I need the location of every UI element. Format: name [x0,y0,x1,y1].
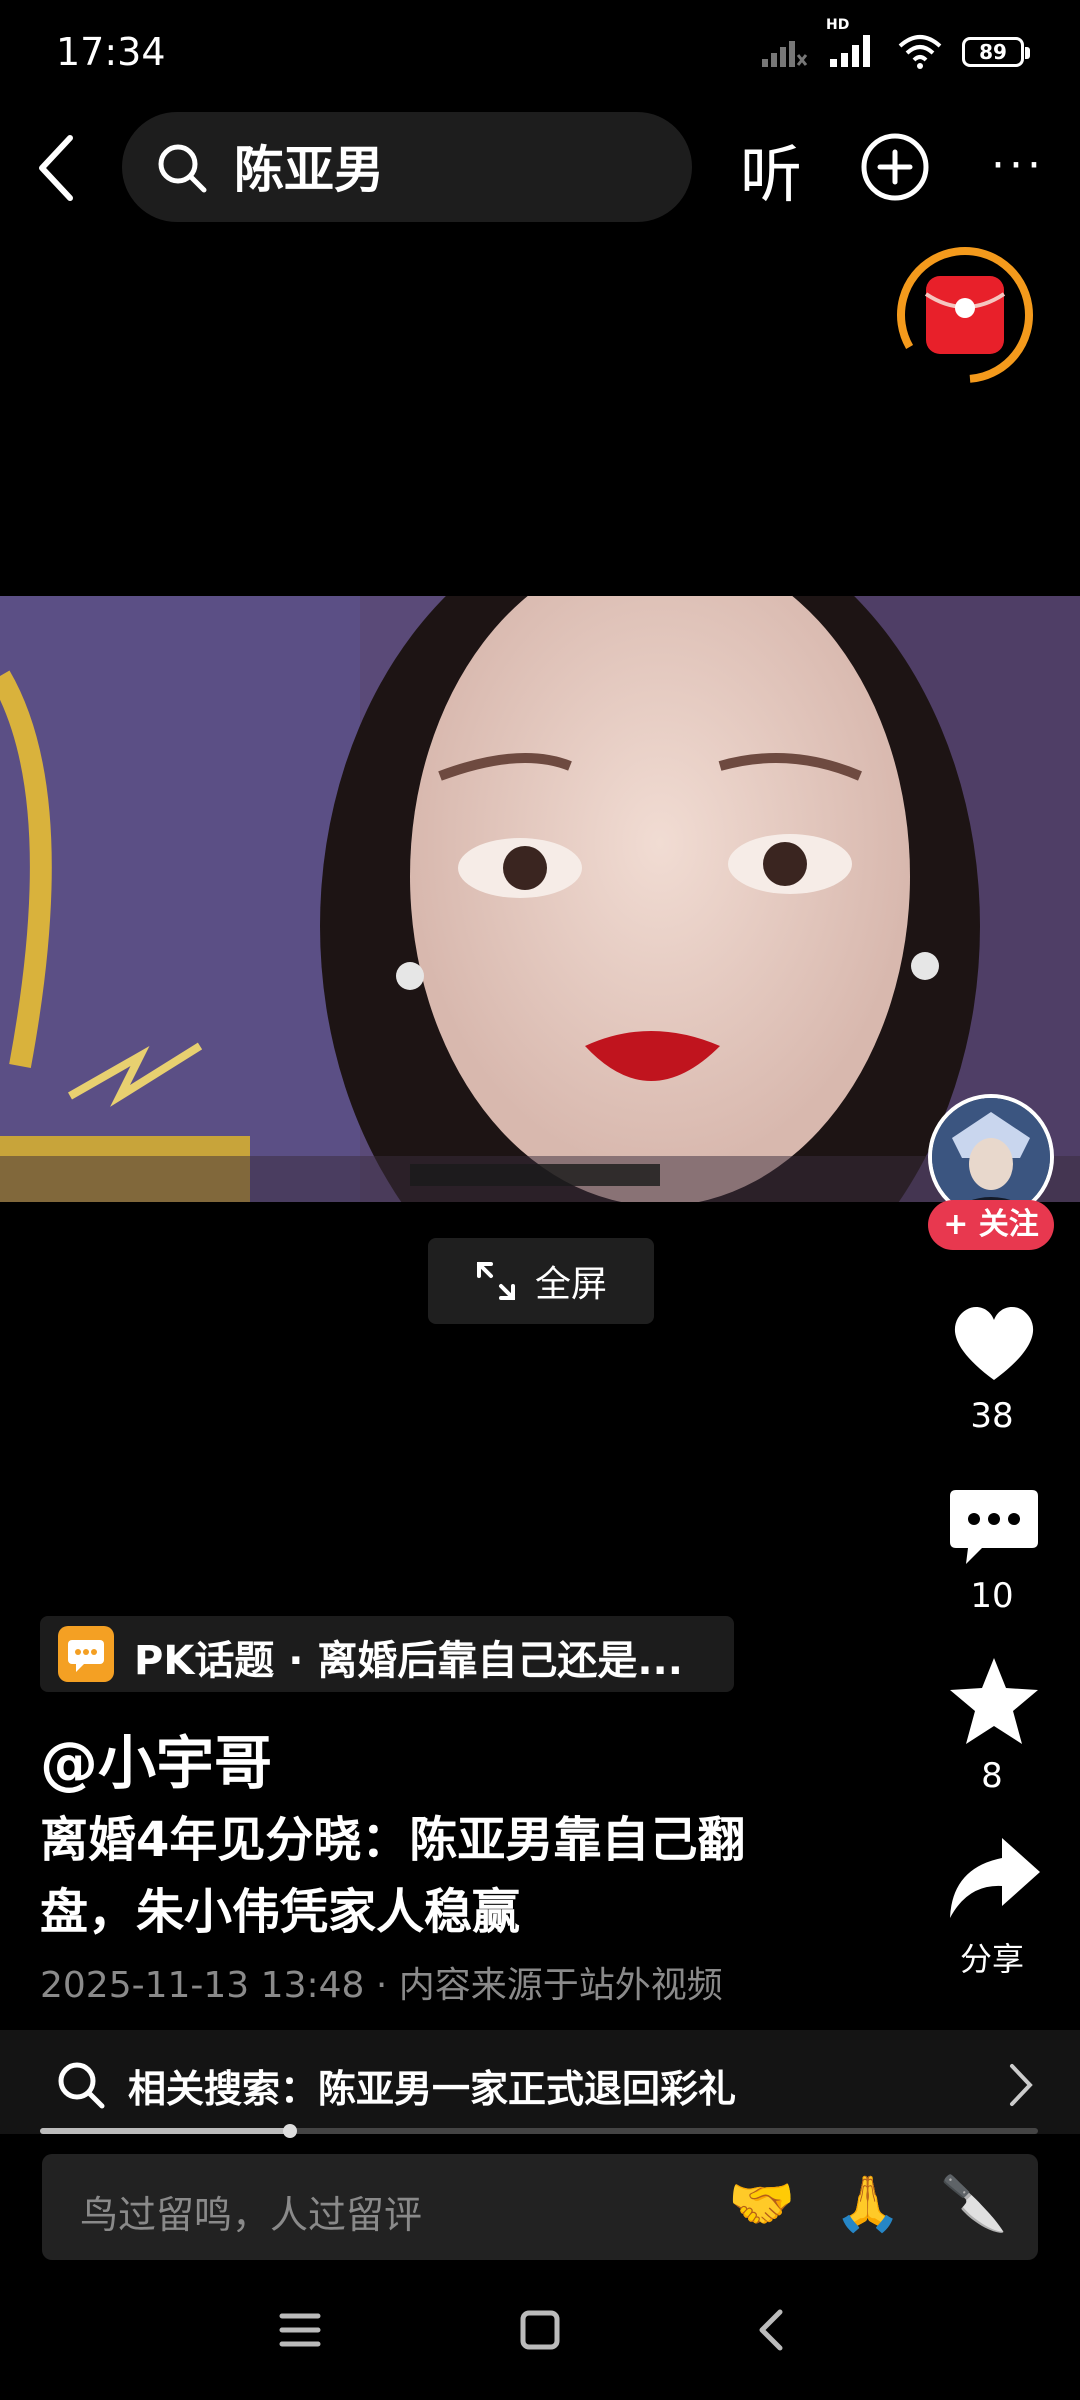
video-progress-handle[interactable] [283,2124,297,2138]
share-label[interactable]: 分享 [930,1934,1054,1980]
back-nav-icon[interactable] [742,2300,802,2360]
video-image [0,596,1080,1202]
menu-icon[interactable] [270,2300,330,2360]
topic-message-icon [58,1626,114,1682]
wifi-icon [898,35,942,69]
video-frame[interactable] [0,596,1080,1202]
comment-count: 10 [970,1576,1014,1616]
related-search-text[interactable]: 相关搜索：陈亚男一家正式退回彩礼 [128,2058,736,2113]
search-icon [58,2062,105,2109]
status-bar: 17:34 HD 89 [0,0,1080,110]
search-query[interactable]: 陈亚男 [234,130,384,202]
red-packet-icon[interactable] [892,242,1038,388]
post-meta: 2025-11-13 13:48 · 内容来源于站外视频 [40,1965,723,2006]
chevron-right-icon[interactable] [1004,2060,1038,2110]
handshake-emoji-button[interactable]: 🤝 [728,2172,795,2236]
back-icon[interactable] [26,132,86,204]
heart-icon[interactable] [946,1296,1042,1386]
signal-icon [762,41,808,67]
add-icon[interactable] [860,132,930,202]
share-icon[interactable] [946,1834,1042,1924]
like-count: 38 [970,1396,1014,1436]
comment-icon[interactable] [946,1484,1042,1574]
fullscreen-button[interactable]: 全屏 [428,1238,654,1324]
favorite-count: 8 [981,1756,1003,1796]
battery-indicator: 89 [962,37,1030,67]
author-name[interactable]: @小宇哥 [40,1716,272,1800]
more-icon[interactable]: ··· [988,144,1048,192]
fullscreen-label: 全屏 [534,1264,607,1305]
expand-icon [476,1262,515,1300]
home-icon[interactable] [510,2300,570,2360]
pray-emoji-button[interactable]: 🙏 [834,2172,901,2236]
status-time: 17:34 [56,30,166,74]
hd-signal-icon: HD [826,17,878,71]
listen-button[interactable]: 听 [740,124,802,214]
network-label: HD [826,17,850,33]
search-icon [158,144,207,193]
star-icon[interactable] [946,1656,1042,1746]
status-icons: HD 89 [762,17,1030,74]
topic-text[interactable]: PK话题 · 离婚后靠自己还是... [134,1628,683,1686]
knife-emoji-button[interactable]: 🔪 [940,2172,1007,2236]
comment-placeholder[interactable]: 鸟过留鸣，人过留评 [80,2184,422,2239]
video-progress-fill [40,2128,290,2134]
post-description: 离婚4年见分晓：陈亚男靠自己翻盘，朱小伟凭家人稳赢 [40,1812,746,1940]
follow-button[interactable]: + 关注 [928,1200,1054,1250]
